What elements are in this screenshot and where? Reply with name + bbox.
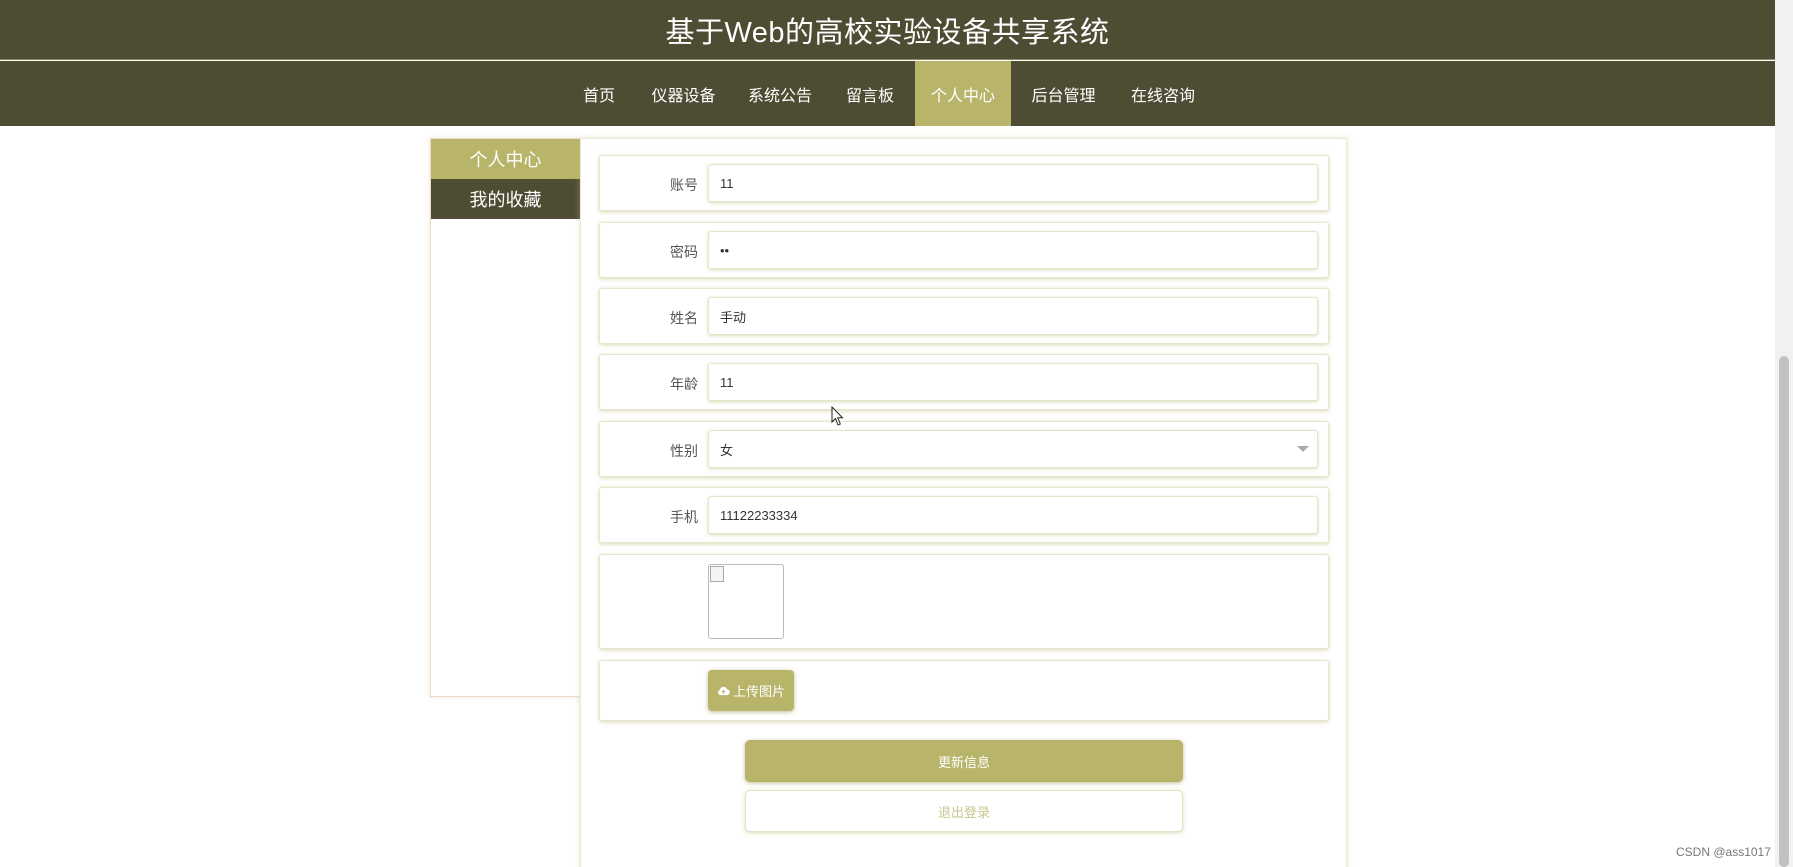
nav-item-admin[interactable]: 后台管理 (1025, 61, 1102, 126)
phone-input[interactable]: 11122233334 (708, 496, 1318, 534)
password-row: 密码 •• (599, 222, 1329, 278)
profile-form-panel: 账号 11 密码 •• 姓名 手动 年龄 11 性别 女 手机 11122233… (580, 138, 1347, 867)
nav-item-online-consult[interactable]: 在线咨询 (1124, 61, 1202, 126)
age-label: 年龄 (670, 376, 698, 392)
top-nav: 首页 仪器设备 系统公告 留言板 个人中心 后台管理 在线咨询 (0, 61, 1775, 126)
name-label: 姓名 (670, 310, 698, 326)
vertical-scrollbar[interactable] (1775, 0, 1793, 867)
mouse-cursor-icon (831, 406, 844, 426)
phone-row: 手机 11122233334 (599, 487, 1329, 543)
age-row: 年龄 11 (599, 354, 1329, 410)
account-row: 账号 11 (599, 155, 1329, 211)
nav-item-home[interactable]: 首页 (570, 61, 628, 126)
logout-button[interactable]: 退出登录 (745, 790, 1183, 832)
avatar-row (599, 554, 1329, 649)
name-input[interactable]: 手动 (708, 297, 1318, 335)
password-input[interactable]: •• (708, 231, 1318, 269)
site-title: 基于Web的高校实验设备共享系统 (665, 16, 1110, 49)
nav-item-announcements[interactable]: 系统公告 (742, 61, 818, 126)
chevron-down-icon (1297, 446, 1309, 452)
watermark: CSDN @ass1017 (1676, 845, 1771, 859)
age-input[interactable]: 11 (708, 363, 1318, 401)
nav-item-equipment[interactable]: 仪器设备 (645, 61, 722, 126)
upload-image-button[interactable]: 上传图片 (708, 670, 794, 711)
gender-select[interactable]: 女 (708, 430, 1318, 468)
name-row: 姓名 手动 (599, 288, 1329, 344)
gender-label: 性别 (670, 443, 698, 459)
update-info-button[interactable]: 更新信息 (745, 740, 1183, 782)
gender-row: 性别 女 (599, 421, 1329, 477)
account-label: 账号 (670, 177, 698, 193)
upload-row: 上传图片 (599, 660, 1329, 721)
account-input[interactable]: 11 (708, 164, 1318, 202)
side-item-favorites[interactable]: 我的收藏 (431, 179, 580, 219)
page: 基于Web的高校实验设备共享系统 首页 仪器设备 系统公告 留言板 个人中心 后… (0, 0, 1793, 867)
broken-image-icon (710, 566, 724, 582)
upload-image-label: 上传图片 (732, 684, 785, 699)
nav-item-personal-center[interactable]: 个人中心 (915, 61, 1011, 126)
scrollbar-thumb[interactable] (1779, 356, 1789, 867)
phone-label: 手机 (670, 509, 698, 525)
cloud-upload-icon (718, 686, 730, 695)
side-menu: 个人中心 我的收藏 (430, 138, 581, 697)
title-bar: 基于Web的高校实验设备共享系统 (0, 0, 1775, 60)
avatar-preview (708, 564, 784, 639)
side-item-personal-center[interactable]: 个人中心 (431, 139, 580, 179)
password-label: 密码 (670, 244, 698, 260)
gender-select-value: 女 (720, 442, 734, 458)
nav-item-message-board[interactable]: 留言板 (837, 61, 903, 126)
